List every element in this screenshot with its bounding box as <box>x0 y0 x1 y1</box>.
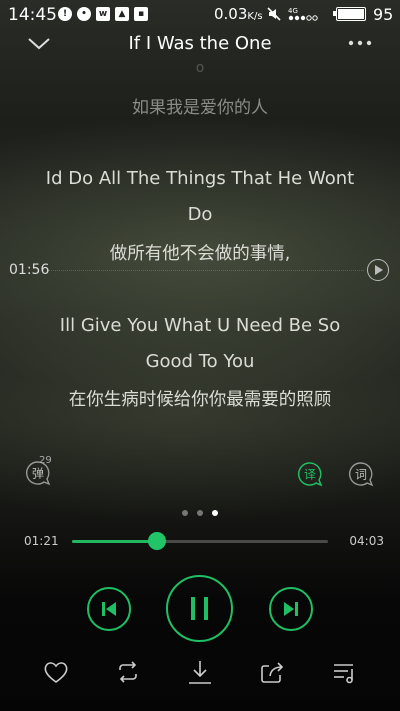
total-time: 04:03 <box>349 534 384 548</box>
skip-previous-icon <box>102 602 116 616</box>
lyric-previous-line[interactable]: 如果我是爱你的人 <box>0 93 400 118</box>
lyric-next-en-1[interactable]: Ill Give You What U Need Be So <box>0 315 400 336</box>
lyric-seek-line: 01:56 <box>0 258 400 284</box>
lyric-next-zh[interactable]: 在你生病时候给你你最需要的照顾 <box>0 386 400 411</box>
progress-fill <box>72 540 158 543</box>
playlist-icon[interactable] <box>331 658 359 686</box>
song-title: If I Was the One <box>128 33 272 54</box>
status-time: 14:45 <box>8 5 57 25</box>
page-dot-1[interactable] <box>182 510 188 516</box>
translate-label: 译 <box>304 468 316 482</box>
previous-track-button[interactable] <box>87 587 131 631</box>
playback-progress: 01:21 04:03 <box>0 531 400 551</box>
lyric-current-en-1[interactable]: Id Do All The Things That He Wont <box>0 168 400 189</box>
network-speed: 0.03K/s <box>214 5 263 23</box>
mute-icon <box>267 7 281 21</box>
page-dot-2[interactable] <box>197 510 203 516</box>
network-type-label: 4G <box>288 7 298 15</box>
download-icon[interactable] <box>186 658 214 686</box>
danmaku-label: 弹 <box>32 467 44 481</box>
page-dot-3-active[interactable] <box>212 510 218 516</box>
danmaku-count: 29 <box>39 455 52 466</box>
weibo-icon: w <box>96 7 110 21</box>
image-icon: ▪ <box>134 7 148 21</box>
player-header: If I Was the One <box>0 30 400 60</box>
lyric-seek-time: 01:56 <box>9 262 50 278</box>
signal-icon: 4G <box>288 7 318 21</box>
share-icon[interactable] <box>258 658 286 686</box>
more-dots-icon[interactable] <box>346 32 374 54</box>
bag-icon: ▲ <box>115 7 129 21</box>
progress-slider[interactable] <box>72 532 328 550</box>
seek-guide-line <box>48 270 364 271</box>
network-speed-unit: K/s <box>247 11 263 22</box>
status-bar: 14:45 ! • w ▲ ▪ 0.03K/s 4G 95 <box>0 0 400 30</box>
progress-knob[interactable] <box>148 532 167 550</box>
next-track-button[interactable] <box>269 587 313 631</box>
translate-button[interactable]: 译 <box>297 461 323 487</box>
repeat-icon[interactable] <box>114 658 142 686</box>
heart-icon[interactable] <box>42 658 70 686</box>
word-lookup-button[interactable]: 词 <box>348 461 374 487</box>
notification-icons: ! • w ▲ ▪ <box>58 7 148 21</box>
play-from-line-icon[interactable] <box>367 259 389 281</box>
lyric-previous-fragment: o <box>195 60 205 76</box>
current-time: 01:21 <box>24 534 59 548</box>
battery-level: 95 <box>373 5 394 24</box>
pause-button[interactable] <box>166 575 233 642</box>
lyric-next-en-2[interactable]: Good To You <box>0 351 400 372</box>
skip-next-icon <box>284 602 298 616</box>
network-speed-value: 0.03 <box>214 5 248 23</box>
word-lookup-label: 词 <box>355 468 367 482</box>
page-indicator <box>0 510 400 516</box>
alert-icon: ! <box>58 7 72 21</box>
lyric-current-en-2[interactable]: Do <box>0 204 400 225</box>
battery-icon <box>333 7 366 21</box>
paw-icon: • <box>77 7 91 21</box>
pause-icon <box>191 597 208 620</box>
